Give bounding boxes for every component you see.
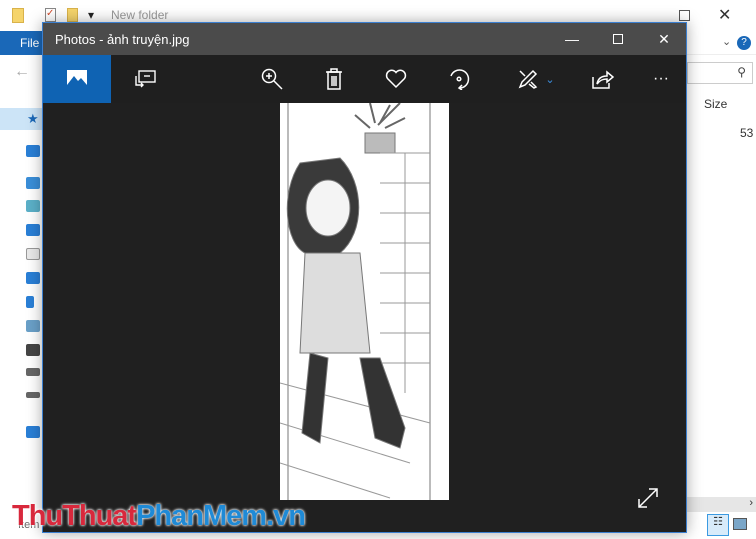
- photos-toolbar: ⌄ ···: [43, 55, 686, 103]
- back-arrow-icon[interactable]: ←: [14, 63, 30, 81]
- quick-access-item[interactable]: ★: [0, 108, 45, 130]
- edit-pencil-icon: [519, 69, 538, 89]
- folder-icon: [12, 8, 24, 23]
- documents-icon[interactable]: [26, 248, 40, 260]
- horizontal-scrollbar[interactable]: ›: [687, 497, 756, 512]
- size-column-header[interactable]: Size: [704, 97, 727, 111]
- network-icon[interactable]: [26, 426, 40, 438]
- rotate-button[interactable]: [434, 55, 484, 103]
- local-disk-icon[interactable]: [26, 368, 40, 376]
- drive-icon[interactable]: [26, 392, 40, 398]
- window-title: New folder: [111, 8, 169, 22]
- watermark-part3: .vn: [266, 500, 306, 532]
- share-button[interactable]: [578, 55, 628, 103]
- details-view-button[interactable]: ☷: [707, 514, 729, 536]
- picture-icon: [67, 70, 87, 88]
- edit-create-button[interactable]: ⌄: [506, 55, 566, 103]
- dropbox-icon[interactable]: [26, 145, 40, 157]
- slideshow-button[interactable]: [121, 55, 171, 103]
- view-photo-button[interactable]: [43, 55, 111, 103]
- large-icons-view-button[interactable]: [733, 518, 747, 530]
- file-tab[interactable]: File: [0, 31, 44, 55]
- watermark-part2: PhanMem: [136, 500, 267, 532]
- explorer-maximize-button[interactable]: [679, 10, 690, 21]
- more-options-button[interactable]: ···: [636, 55, 686, 103]
- pictures-icon[interactable]: [26, 320, 40, 332]
- new-folder-icon[interactable]: [67, 8, 78, 22]
- photos-window: Photos - ảnh truyện.jpg — ✕ ⌄ ···: [42, 22, 687, 533]
- delete-button[interactable]: [309, 55, 359, 103]
- expand-ribbon-icon[interactable]: ⌄: [722, 35, 731, 48]
- watermark-part1: ThuThuat: [12, 500, 137, 532]
- search-icon: ⚲: [737, 65, 746, 79]
- zoom-in-icon: [261, 68, 283, 90]
- trash-icon: [326, 68, 342, 90]
- downloads-icon[interactable]: [26, 272, 40, 284]
- size-value: 53: [740, 126, 754, 140]
- file-list-pane: ⚲ Size 53 › ☷: [687, 55, 756, 539]
- watermark-logo: ThuThuatPhanMem.vn: [12, 500, 306, 533]
- chevron-down-icon: ⌄: [545, 73, 555, 86]
- photos-title: Photos - ảnh truyện.jpg: [55, 32, 190, 47]
- search-box[interactable]: ⚲: [687, 62, 753, 84]
- this-pc-icon[interactable]: [26, 177, 40, 189]
- music-icon[interactable]: [26, 296, 34, 308]
- close-button[interactable]: ✕: [641, 23, 687, 55]
- maximize-button[interactable]: [595, 23, 641, 55]
- full-screen-button[interactable]: [637, 487, 659, 514]
- videos-icon[interactable]: [26, 344, 40, 356]
- rotate-icon: [450, 69, 470, 90]
- zoom-button[interactable]: [247, 55, 297, 103]
- navigation-pane: ★: [0, 100, 45, 500]
- share-icon: [592, 70, 614, 89]
- photos-titlebar: Photos - ảnh truyện.jpg — ✕: [43, 23, 686, 55]
- minimize-button[interactable]: —: [549, 23, 595, 55]
- star-icon: ★: [27, 111, 39, 126]
- properties-icon[interactable]: ✓: [45, 8, 56, 22]
- expand-icon: [638, 488, 658, 508]
- photo-image: [280, 103, 449, 500]
- slideshow-icon: [135, 70, 156, 88]
- explorer-close-button[interactable]: ✕: [718, 5, 731, 25]
- scroll-right-icon[interactable]: ›: [749, 497, 753, 509]
- customize-quick-access-icon[interactable]: ▾: [88, 8, 94, 22]
- desktop-icon[interactable]: [26, 224, 40, 236]
- help-icon[interactable]: ?: [737, 36, 751, 50]
- favorite-button[interactable]: [371, 55, 421, 103]
- 3d-objects-icon[interactable]: [26, 200, 40, 212]
- heart-icon: [385, 69, 407, 89]
